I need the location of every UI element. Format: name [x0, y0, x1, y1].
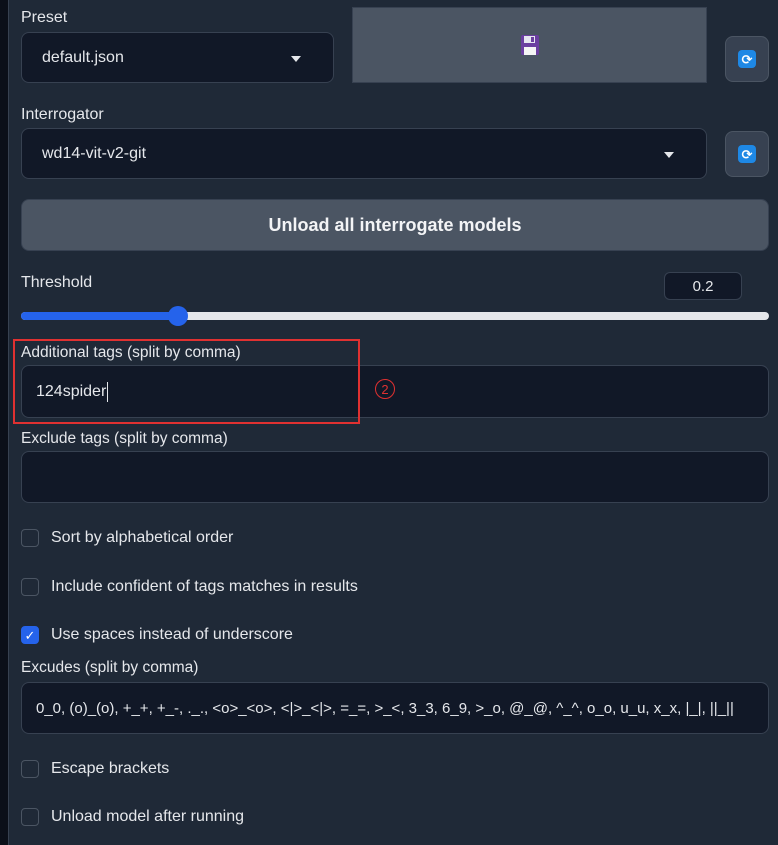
- exclude-tags-label: Exclude tags (split by comma): [21, 430, 228, 447]
- excludes-value: 0_0, (o)_(o), +_+, +_-, ._., <o>_<o>, <|…: [36, 699, 734, 717]
- threshold-label: Threshold: [21, 274, 93, 291]
- unload-after-running-checkbox[interactable]: [21, 808, 39, 826]
- save-preset-button[interactable]: [352, 7, 707, 83]
- preset-value: default.json: [42, 48, 124, 66]
- interrogator-label: Interrogator: [21, 106, 104, 123]
- step-annotation: 2: [375, 379, 395, 399]
- interrogator-value: wd14-vit-v2-git: [42, 144, 147, 162]
- threshold-slider-thumb[interactable]: [168, 306, 188, 326]
- preset-dropdown[interactable]: default.json: [21, 32, 334, 83]
- include-confidence-checkbox[interactable]: [21, 578, 39, 596]
- chevron-down-icon: [664, 152, 674, 158]
- refresh-icon: ⟳: [738, 50, 756, 68]
- use-spaces-label: Use spaces instead of underscore: [51, 626, 293, 643]
- preset-label: Preset: [21, 9, 68, 26]
- sort-alphabetical-checkbox-row[interactable]: Sort by alphabetical order: [21, 528, 233, 548]
- escape-brackets-label: Escape brackets: [51, 760, 170, 777]
- sort-alphabetical-label: Sort by alphabetical order: [51, 529, 234, 546]
- include-confidence-label: Include confident of tags matches in res…: [51, 578, 358, 595]
- threshold-slider-fill: [21, 312, 178, 320]
- escape-brackets-checkbox[interactable]: [21, 760, 39, 778]
- text-cursor: [107, 381, 109, 402]
- threshold-number-input[interactable]: 0.2: [664, 272, 742, 300]
- additional-tags-label: Additional tags (split by comma): [21, 344, 241, 361]
- refresh-icon: ⟳: [738, 145, 756, 163]
- use-spaces-checkbox-row[interactable]: Use spaces instead of underscore: [21, 625, 293, 645]
- refresh-interrogator-button[interactable]: ⟳: [725, 131, 769, 177]
- unload-after-running-label: Unload model after running: [51, 808, 245, 825]
- excludes-input[interactable]: 0_0, (o)_(o), +_+, +_-, ._., <o>_<o>, <|…: [21, 682, 769, 734]
- escape-brackets-checkbox-row[interactable]: Escape brackets: [21, 759, 169, 779]
- exclude-tags-input[interactable]: [21, 451, 769, 503]
- additional-tags-input[interactable]: 124spider: [21, 365, 769, 418]
- unload-models-button[interactable]: Unload all interrogate models: [21, 199, 769, 251]
- additional-tags-value: 124spider: [36, 382, 107, 400]
- sort-alphabetical-checkbox[interactable]: [21, 529, 39, 547]
- chevron-down-icon: [291, 56, 301, 62]
- unload-after-running-checkbox-row[interactable]: Unload model after running: [21, 807, 244, 827]
- use-spaces-checkbox[interactable]: [21, 626, 39, 644]
- threshold-slider-track[interactable]: [21, 306, 769, 326]
- refresh-preset-button[interactable]: ⟳: [725, 36, 769, 82]
- interrogator-dropdown[interactable]: wd14-vit-v2-git: [21, 128, 707, 179]
- excludes-label: Excudes (split by comma): [21, 659, 199, 676]
- floppy-disk-icon: [520, 35, 539, 55]
- include-confidence-checkbox-row[interactable]: Include confident of tags matches in res…: [21, 577, 358, 597]
